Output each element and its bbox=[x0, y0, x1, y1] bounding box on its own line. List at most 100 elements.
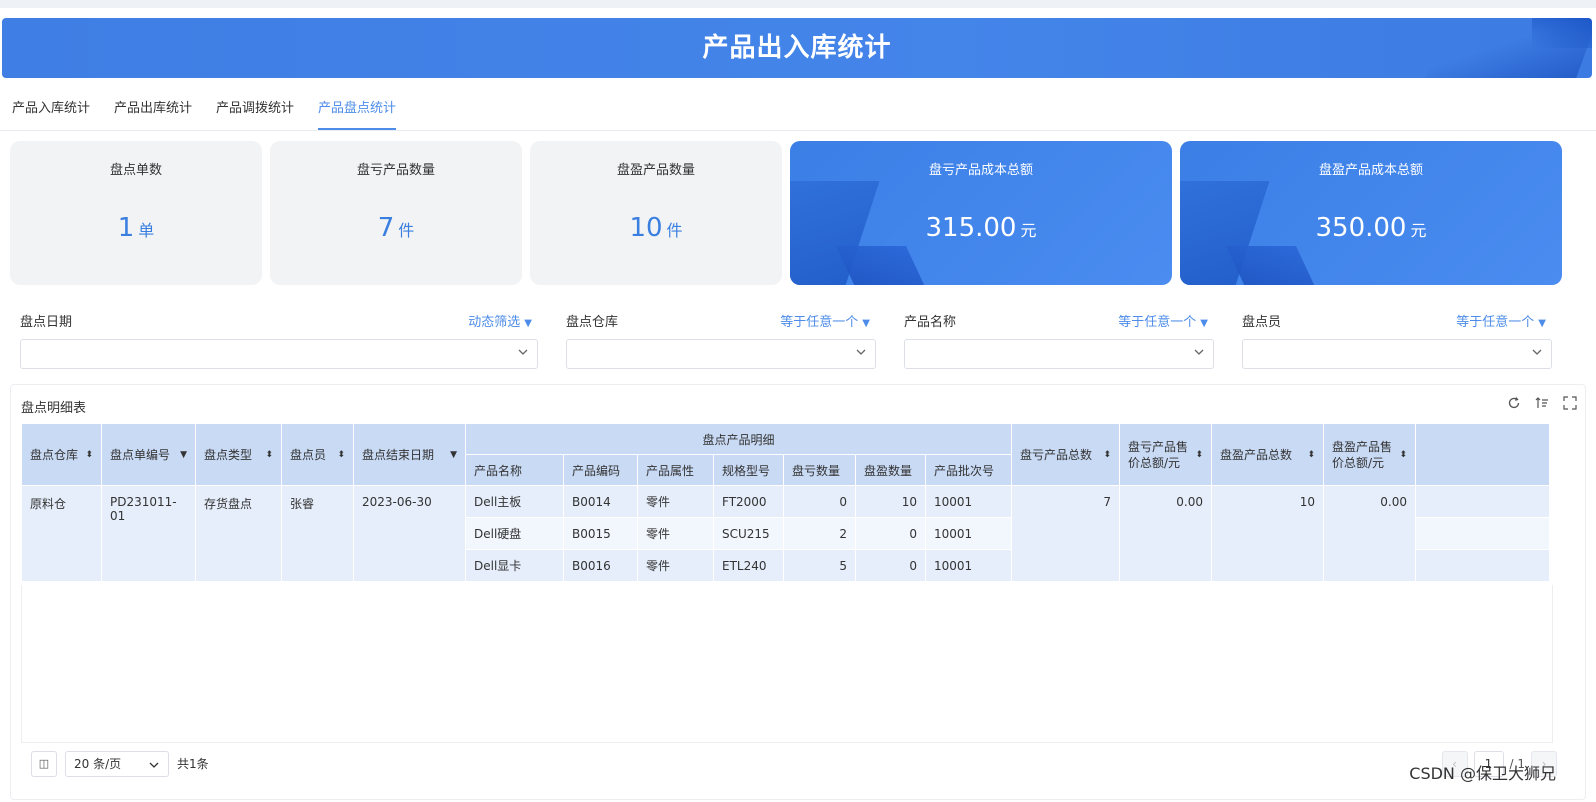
column-toggle-icon[interactable]: ◫ bbox=[31, 751, 57, 777]
cell-warehouse: 原料仓 bbox=[21, 485, 102, 582]
stat-card-value: 10 件 bbox=[530, 213, 782, 243]
table-empty-area bbox=[21, 585, 1553, 743]
sort-desc-icon[interactable]: ▼ bbox=[180, 450, 187, 460]
column-header-end-date[interactable]: 盘点结束日期 ▼ bbox=[353, 423, 466, 486]
tab-product-stocktake[interactable]: 产品盘点统计 bbox=[306, 96, 408, 130]
page-size-select[interactable]: 20 条/页 bbox=[65, 751, 169, 777]
stocktake-detail-table: 盘点仓库 ⬍ 盘点单编号 ▼ 盘点类型 ⬍ 盘点员 ⬍ 盘点结束日期 ▼ 盘点产品明细 盘… bbox=[21, 423, 1550, 582]
stat-card-title: 盘点单数 bbox=[109, 163, 162, 178]
column-label-line: 价总额/元 bbox=[1128, 455, 1181, 470]
card-decoration bbox=[1226, 246, 1324, 285]
stat-card-gain-quantity: 盘盈产品数量 10 件 bbox=[530, 141, 782, 285]
stat-card-loss-cost: 盘亏产品成本总额 315.00 元 bbox=[790, 141, 1172, 285]
cell-gain-total: 10 bbox=[1211, 485, 1324, 582]
cell-order-no: PD231011-01 bbox=[101, 485, 196, 582]
column-header-product-name: 产品名称 bbox=[465, 454, 564, 486]
column-header-loss-qty: 盘亏数量 bbox=[783, 454, 856, 486]
cell-product-attr: 零件 bbox=[637, 517, 714, 550]
stat-card-title: 盘盈产品数量 bbox=[616, 163, 695, 178]
cell-product-attr: 零件 bbox=[637, 485, 714, 518]
stat-unit: 件 bbox=[398, 221, 415, 240]
cell-spec: SCU215 bbox=[713, 517, 784, 550]
column-label: 盘盈产品售 价总额/元 bbox=[1332, 439, 1392, 471]
column-label: 盘点结束日期 bbox=[362, 448, 435, 462]
sort-icon[interactable]: ⬍ bbox=[337, 450, 345, 460]
cell-product-code: B0016 bbox=[563, 549, 638, 582]
stat-card-value: 350.00 元 bbox=[1180, 213, 1562, 243]
stat-unit: 件 bbox=[666, 221, 683, 240]
column-header-gain-qty: 盘盈数量 bbox=[855, 454, 926, 486]
stat-number: 1 bbox=[117, 213, 135, 243]
sort-icon[interactable]: ⬍ bbox=[1195, 450, 1203, 460]
cell-product-name: Dell硬盘 bbox=[465, 517, 564, 550]
filter-mode-dropdown[interactable]: 等于任意一个 ▼ bbox=[1118, 311, 1208, 330]
column-label: 盘点类型 bbox=[204, 448, 253, 462]
cell-batch: 10001 bbox=[925, 549, 1012, 582]
filter-label: 盘点员 bbox=[1242, 315, 1282, 330]
column-label-line: 盘盈产品售 bbox=[1332, 439, 1393, 454]
tab-divider bbox=[0, 130, 1596, 131]
stat-card-title: 盘亏产品成本总额 bbox=[928, 163, 1033, 178]
chevron-down-icon bbox=[856, 349, 866, 355]
column-label: 盘点单编号 bbox=[110, 448, 171, 462]
tab-bar: 产品入库统计 产品出库统计 产品调拨统计 产品盘点统计 bbox=[0, 96, 408, 130]
stat-card-value: 7件 bbox=[270, 213, 522, 243]
page-root: 产品出入库统计 产品入库统计 产品出库统计 产品调拨统计 产品盘点统计 盘点单数… bbox=[0, 8, 1596, 802]
product-name-filter-select[interactable] bbox=[904, 339, 1214, 369]
table-row[interactable]: 原料仓 PD231011-01 存货盘点 张睿 2023-06-30 Dell主… bbox=[21, 485, 1550, 582]
filter-mode-dropdown[interactable]: 等于任意一个 ▼ bbox=[1456, 311, 1546, 330]
page-header: 产品出入库统计 bbox=[2, 18, 1592, 78]
cell-type: 存货盘点 bbox=[195, 485, 282, 582]
column-header-loss-amount[interactable]: 盘亏产品售 价总额/元 ⬍ bbox=[1119, 423, 1212, 486]
date-filter-select[interactable] bbox=[20, 339, 538, 369]
stat-number: 10 bbox=[629, 213, 663, 243]
sort-icon[interactable]: ⬍ bbox=[1103, 450, 1111, 460]
refresh-icon[interactable] bbox=[1507, 395, 1521, 409]
sort-icon[interactable]: ⬍ bbox=[1399, 450, 1407, 460]
filter-label: 盘点仓库 bbox=[566, 315, 619, 330]
tab-product-outbound[interactable]: 产品出库统计 bbox=[102, 96, 204, 130]
filter-mode-label: 动态筛选 bbox=[468, 315, 521, 330]
fullscreen-icon[interactable] bbox=[1563, 395, 1577, 410]
stat-card-loss-quantity: 盘亏产品数量 7件 bbox=[270, 141, 522, 285]
column-header-gain-total[interactable]: 盘盈产品总数 ⬍ bbox=[1211, 423, 1324, 486]
column-header-empty bbox=[1415, 423, 1550, 486]
cell-product-code: B0015 bbox=[563, 517, 638, 550]
stat-card-title: 盘亏产品数量 bbox=[356, 163, 435, 178]
sort-desc-icon[interactable]: ▼ bbox=[450, 450, 457, 460]
column-label: 盘点员 bbox=[290, 448, 327, 462]
column-header-order-no[interactable]: 盘点单编号 ▼ bbox=[101, 423, 196, 486]
stat-unit: 元 bbox=[1410, 221, 1427, 240]
sort-icon[interactable]: ⬍ bbox=[85, 450, 93, 460]
cell-loss-amount: 0.00 bbox=[1119, 485, 1212, 582]
cell-batch: 10001 bbox=[925, 517, 1012, 550]
stat-number: 315.00 bbox=[925, 213, 1017, 243]
column-settings-icon[interactable] bbox=[1535, 395, 1549, 409]
warehouse-filter-select[interactable] bbox=[566, 339, 876, 369]
column-header-operator[interactable]: 盘点员 ⬍ bbox=[281, 423, 354, 486]
cell-empty bbox=[1415, 549, 1550, 582]
column-group-header-product-detail: 盘点产品明细 bbox=[465, 423, 1012, 455]
filter-mode-dropdown[interactable]: 动态筛选 ▼ bbox=[468, 311, 532, 330]
tab-product-inbound[interactable]: 产品入库统计 bbox=[0, 96, 102, 130]
cell-operator: 张睿 bbox=[281, 485, 354, 582]
column-label-line: 价总额/元 bbox=[1332, 455, 1385, 470]
cell-product-name: Dell主板 bbox=[465, 485, 564, 518]
cell-batch: 10001 bbox=[925, 485, 1012, 518]
column-header-warehouse[interactable]: 盘点仓库 ⬍ bbox=[21, 423, 102, 486]
sort-icon[interactable]: ⬍ bbox=[265, 450, 273, 460]
column-header-loss-total[interactable]: 盘亏产品总数 ⬍ bbox=[1011, 423, 1120, 486]
cell-spec: ETL240 bbox=[713, 549, 784, 582]
column-header-type[interactable]: 盘点类型 ⬍ bbox=[195, 423, 282, 486]
operator-filter-select[interactable] bbox=[1242, 339, 1552, 369]
filter-mode-dropdown[interactable]: 等于任意一个 ▼ bbox=[780, 311, 870, 330]
stat-number: 350.00 bbox=[1315, 213, 1407, 243]
sort-icon[interactable]: ⬍ bbox=[1307, 450, 1315, 460]
stat-card-stocktake-count: 盘点单数 1单 bbox=[10, 141, 262, 285]
cell-product-code: B0014 bbox=[563, 485, 638, 518]
stat-card-gain-cost: 盘盈产品成本总额 350.00 元 bbox=[1180, 141, 1562, 285]
column-header-gain-amount[interactable]: 盘盈产品售 价总额/元 ⬍ bbox=[1323, 423, 1416, 486]
tab-product-transfer[interactable]: 产品调拨统计 bbox=[204, 96, 306, 130]
cell-end-date: 2023-06-30 bbox=[353, 485, 466, 582]
cell-product-attr: 零件 bbox=[637, 549, 714, 582]
